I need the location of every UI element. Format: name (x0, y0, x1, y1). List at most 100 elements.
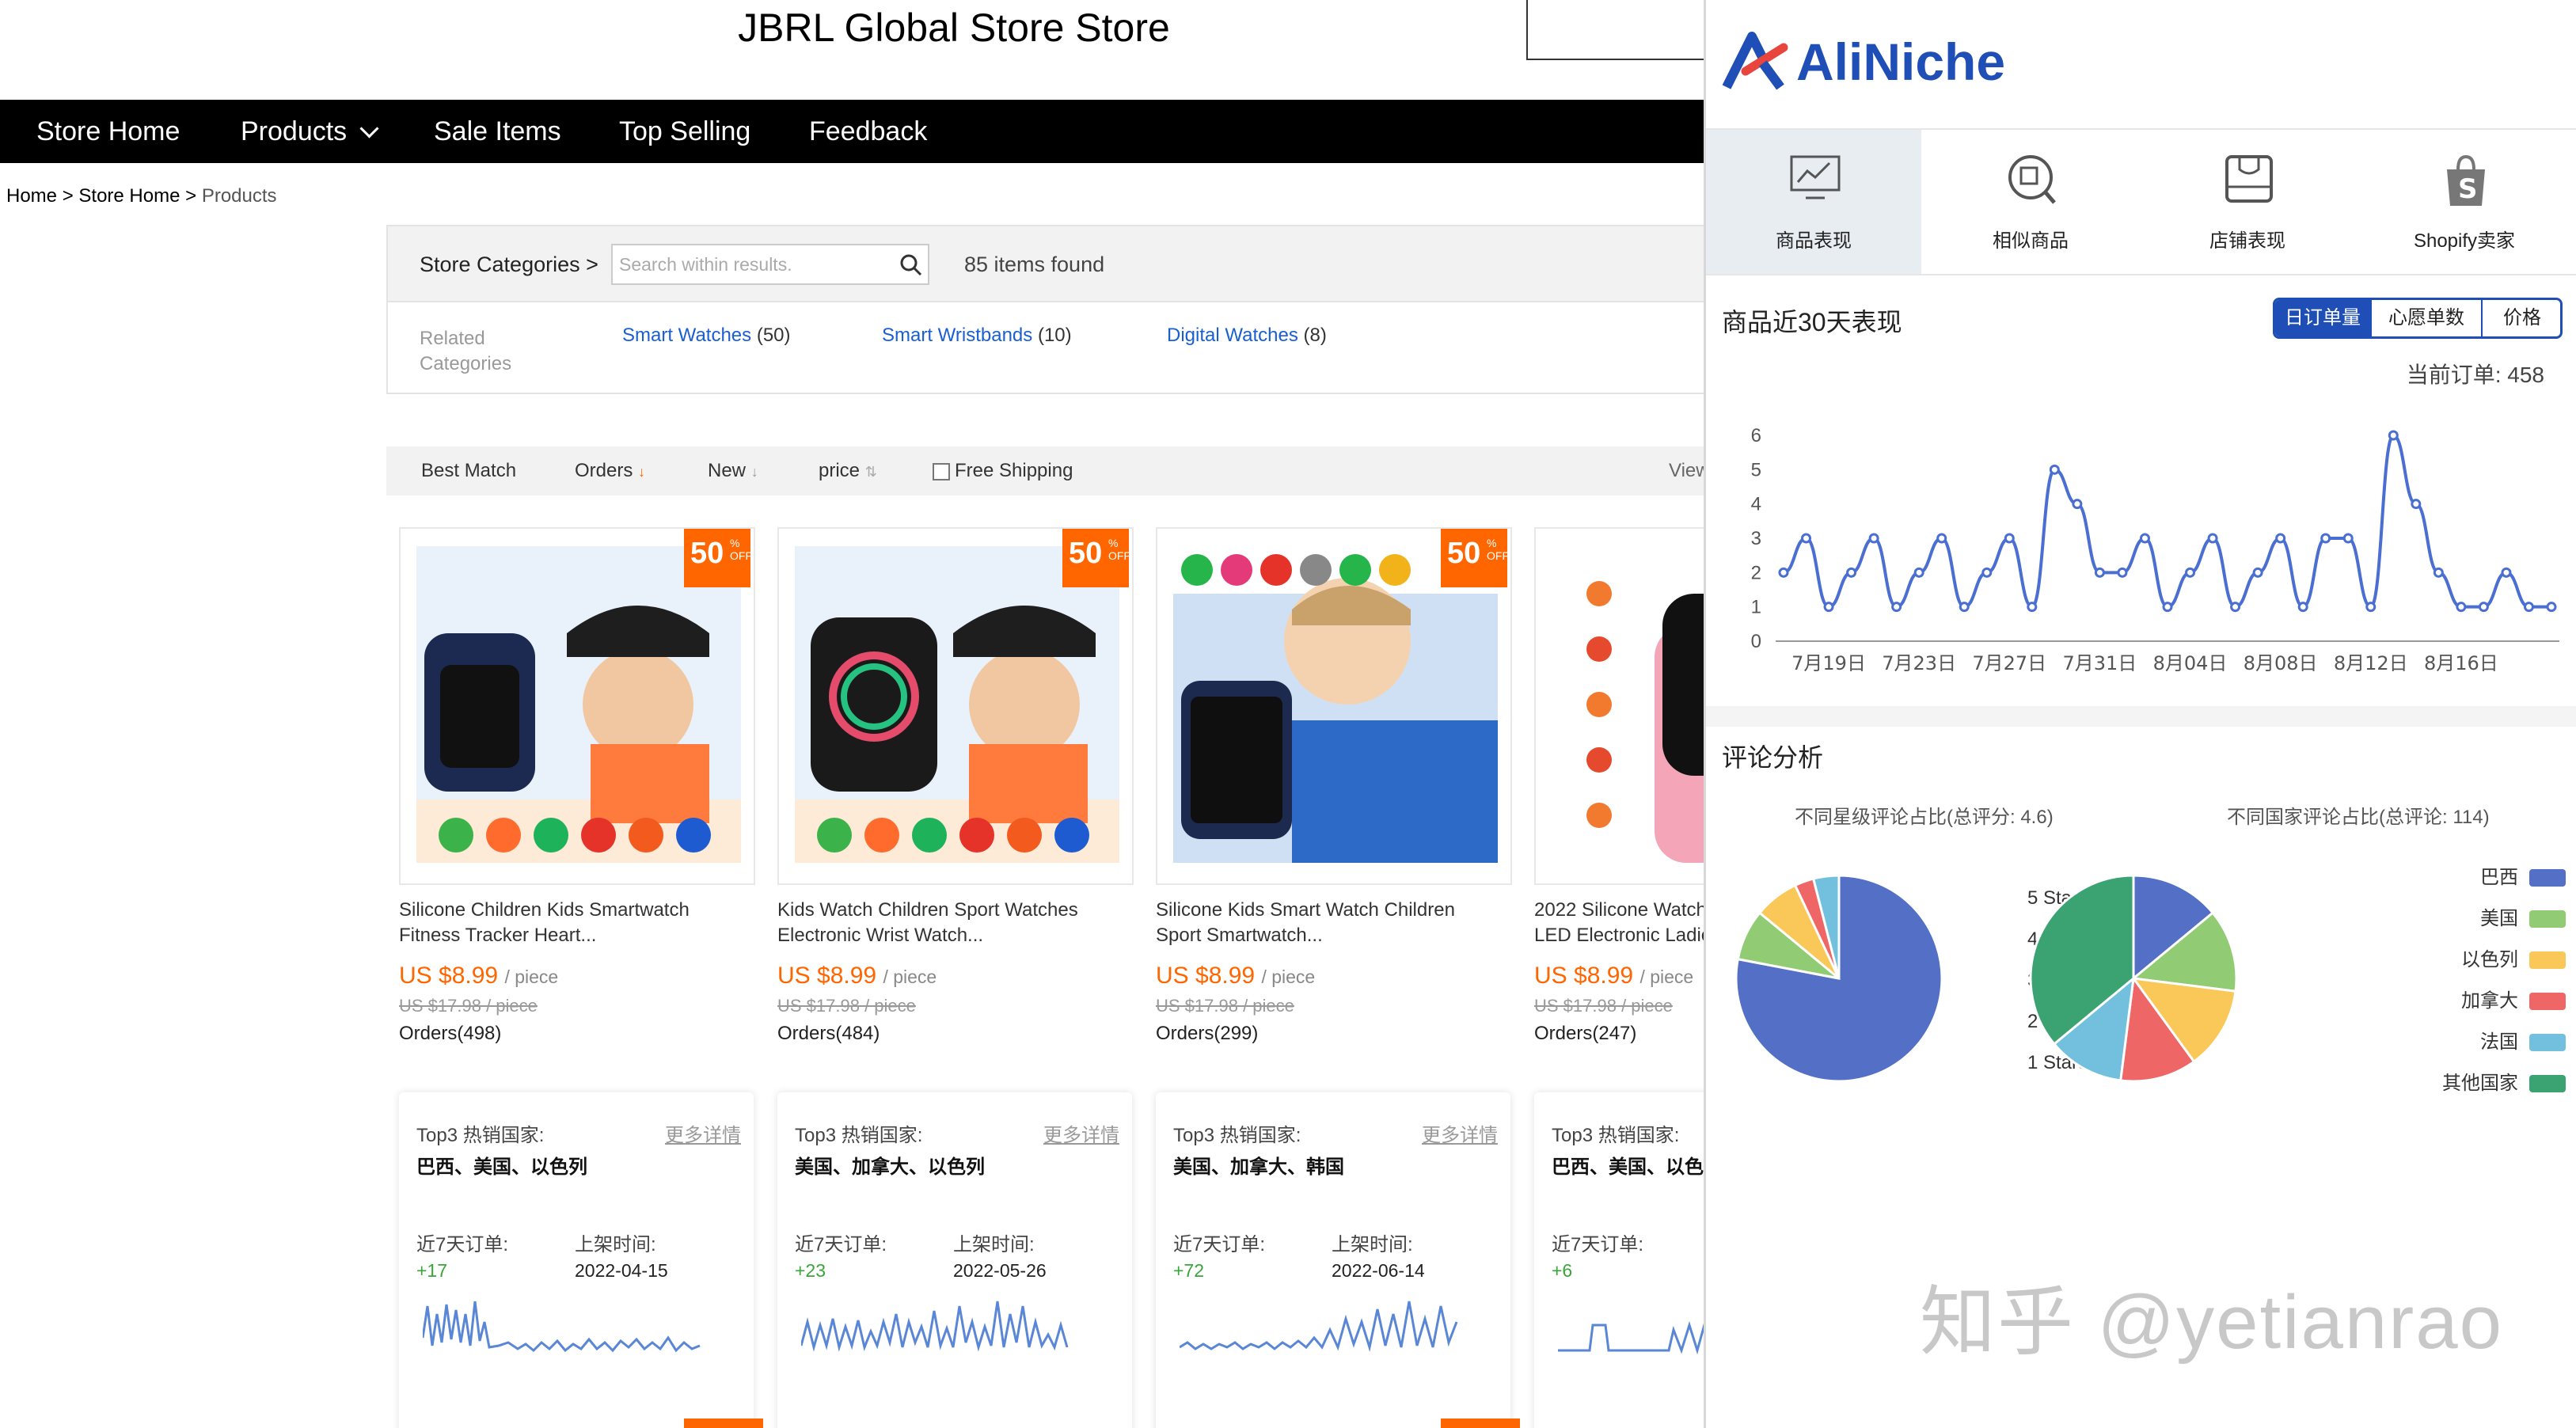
orders7-value: +17 (416, 1260, 448, 1281)
listed-date: 2022-06-14 (1332, 1260, 1425, 1281)
sort-best-match[interactable]: Best Match (421, 446, 516, 496)
data-point (2162, 602, 2173, 613)
breadcrumb-home[interactable]: Home (6, 185, 57, 207)
orders-line-chart: 0 1 2 3 4 5 6 7月19日 7月23日 7月27日 7月31日 8月04日 8月08日 8月1… (1751, 425, 2559, 674)
price-value: US $8.99 (1156, 963, 1256, 989)
price-unit: / piece (1639, 967, 1694, 987)
product-title[interactable]: Silicone Kids Smart Watch Children Sport … (1156, 898, 1528, 948)
product-card[interactable]: 50% OFF (777, 527, 1134, 885)
badge-num: 50 (1069, 537, 1103, 570)
data-point (2297, 602, 2308, 613)
search-within-input[interactable]: Search within results. (611, 244, 929, 285)
metric-segment-control: 日订单量 心愿单数 价格 (2273, 298, 2563, 339)
related-count: (8) (1303, 325, 1327, 346)
more-details-link[interactable]: 更多详情 (665, 1119, 741, 1147)
nav-store-home[interactable]: Store Home (36, 100, 180, 163)
listed-label: 上架时间: (1332, 1234, 1413, 1255)
product-insight-card: Top3 热销国家: 巴西、美国、以色 近7天订单: +6 (1534, 1092, 1704, 1428)
free-shipping-label: Free Shipping (955, 460, 1073, 481)
view-toggle[interactable]: View (1669, 446, 1704, 496)
product-title[interactable]: 2022 Silicone Watch LED Electronic Ladie (1534, 898, 1704, 948)
product-title-line1: 2022 Silicone Watch (1534, 899, 1704, 921)
chevron-down-icon (359, 119, 379, 139)
star-chart-title: 不同星级评论占比(总评分: 4.6) (1795, 807, 2054, 828)
sort-orders[interactable]: Orders ↓ (575, 446, 645, 496)
x-tick-label: 8月04日 (2153, 652, 2228, 674)
product-card[interactable] (1534, 527, 1704, 885)
store-categories-dropdown[interactable]: Store Categories > (420, 226, 598, 302)
data-point (1981, 567, 1993, 578)
orders7-value: +23 (795, 1260, 826, 1281)
nav-feedback[interactable]: Feedback (809, 100, 927, 163)
tab-store-performance[interactable]: 店铺表现 (2140, 130, 2355, 274)
sort-new[interactable]: New ↓ (708, 446, 758, 496)
more-details-link[interactable]: 更多详情 (1422, 1119, 1498, 1147)
related-label: Related Categories (420, 326, 511, 377)
badge-num: 50 (1447, 537, 1481, 570)
product-image (416, 546, 741, 863)
data-point (2117, 567, 2128, 578)
nav-products[interactable]: Products (241, 100, 379, 163)
price-value: US $8.99 (777, 963, 877, 989)
price-value: US $8.99 (1534, 963, 1634, 989)
order-tab-accent (684, 1419, 763, 1428)
segment-daily-orders[interactable]: 日订单量 (2275, 300, 2370, 336)
data-point (2388, 430, 2399, 441)
data-point (2501, 567, 2512, 578)
x-tick-label: 7月23日 (1882, 652, 1956, 674)
more-details-link[interactable]: 更多详情 (1043, 1119, 1119, 1147)
tab-product-performance[interactable]: 商品表现 (1706, 130, 1921, 274)
tab-similar-products[interactable]: 相似商品 (1923, 130, 2138, 274)
legend-swatch (2529, 910, 2566, 928)
legend-label: 法国 (2480, 1031, 2518, 1053)
x-tick-label: 8月16日 (2424, 652, 2498, 674)
product-title-line2: Electronic Wrist Watch... (777, 925, 984, 946)
aliniche-panel: AliNiche 商品表现 相似商品 店铺表现 S Shopify卖家 商品近3… (1704, 0, 2576, 1428)
search-product-icon (2008, 155, 2056, 204)
aliniche-logo-icon (1722, 32, 1788, 90)
product-card[interactable]: 50% OFF (399, 527, 755, 885)
store-navbar: Store Home Products Sale Items Top Selli… (0, 100, 1704, 163)
sparkline (1180, 1301, 1458, 1352)
data-point (2411, 499, 2422, 510)
product-insight-card: Top3 热销国家: 更多详情 美国、加拿大、以色列 近7天订单: 上架时间: … (777, 1092, 1132, 1428)
tab-shopify-sellers[interactable]: S Shopify卖家 (2357, 130, 2572, 274)
badge-off-text: OFF (1108, 549, 1130, 562)
product-title-line1: Silicone Kids Smart Watch Children (1156, 899, 1455, 921)
header-search-box[interactable] (1526, 0, 1704, 60)
top3-label: Top3 热销国家: (1552, 1125, 1680, 1146)
data-point (2365, 602, 2377, 613)
free-shipping-filter[interactable]: Free Shipping (933, 446, 1073, 496)
listed-date: 2022-05-26 (953, 1260, 1047, 1281)
top3-countries: 巴西、美国、以色 (1552, 1156, 1704, 1178)
sort-price[interactable]: price ⇅ (819, 446, 877, 496)
related-smart-wristbands[interactable]: Smart Wristbands (10) (882, 325, 1072, 347)
orders7-value: +6 (1552, 1260, 1573, 1281)
data-point (1868, 533, 1879, 544)
top3-label: Top3 热销国家: (795, 1125, 923, 1146)
product-card[interactable]: 50% OFF (1156, 527, 1512, 885)
data-point (2004, 533, 2015, 544)
segment-price[interactable]: 价格 (2481, 300, 2560, 336)
orders7-label: 近7天订单: (1173, 1234, 1266, 1255)
product-title[interactable]: Silicone Children Kids Smartwatch Fitness… (399, 898, 771, 948)
breadcrumb-store[interactable]: Store Home (78, 185, 180, 207)
segment-wishlist[interactable]: 心愿单数 (2370, 300, 2481, 336)
data-point (1913, 567, 1924, 578)
related-digital-watches[interactable]: Digital Watches (8) (1167, 325, 1327, 347)
data-point (2342, 533, 2354, 544)
top3-countries: 巴西、美国、以色列 (416, 1156, 587, 1178)
sort-orders-label: Orders (575, 460, 633, 481)
product-original-price: US $17.98 / piece (777, 996, 916, 1016)
data-point (2139, 533, 2150, 544)
free-shipping-checkbox[interactable] (933, 462, 950, 480)
nav-sale-items[interactable]: Sale Items (434, 100, 561, 163)
badge-off: % OFF (730, 537, 752, 562)
related-link-label: Digital Watches (1167, 325, 1298, 346)
nav-top-selling[interactable]: Top Selling (619, 100, 750, 163)
search-icon[interactable] (899, 253, 923, 277)
data-point (2478, 602, 2489, 613)
related-smart-watches[interactable]: Smart Watches (50) (622, 325, 791, 347)
panel-tabs: 商品表现 相似商品 店铺表现 S Shopify卖家 (1706, 128, 2576, 275)
product-title[interactable]: Kids Watch Children Sport Watches Electro… (777, 898, 1149, 948)
